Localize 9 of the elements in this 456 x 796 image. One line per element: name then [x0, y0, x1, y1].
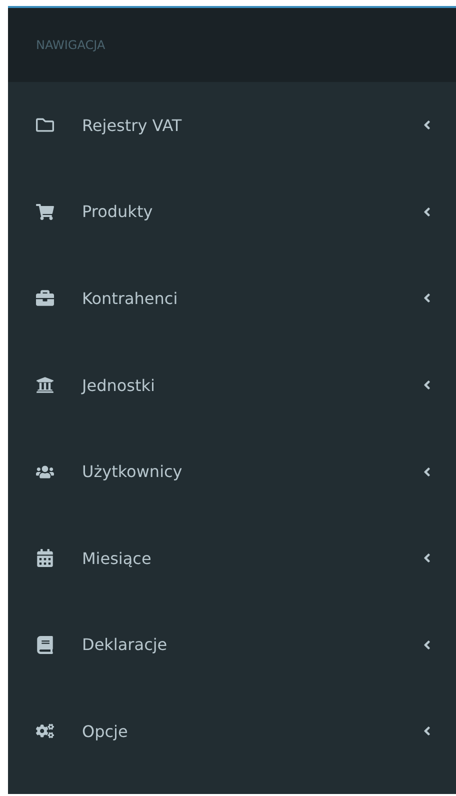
- menu-item[interactable]: Użytkownicy: [8, 428, 456, 515]
- menu-item[interactable]: Jednostki: [8, 342, 456, 428]
- menu-item[interactable]: Miesiące: [8, 514, 456, 602]
- menu-item[interactable]: Rejestry VAT: [8, 82, 456, 169]
- menu-item[interactable]: Kontrahenci: [8, 255, 456, 342]
- menu-item[interactable]: Produkty: [8, 168, 456, 256]
- menu-item[interactable]: Deklaracje: [8, 602, 456, 688]
- menu-item[interactable]: Opcje: [8, 688, 456, 775]
- section-heading: NAWIGACJA: [36, 38, 106, 52]
